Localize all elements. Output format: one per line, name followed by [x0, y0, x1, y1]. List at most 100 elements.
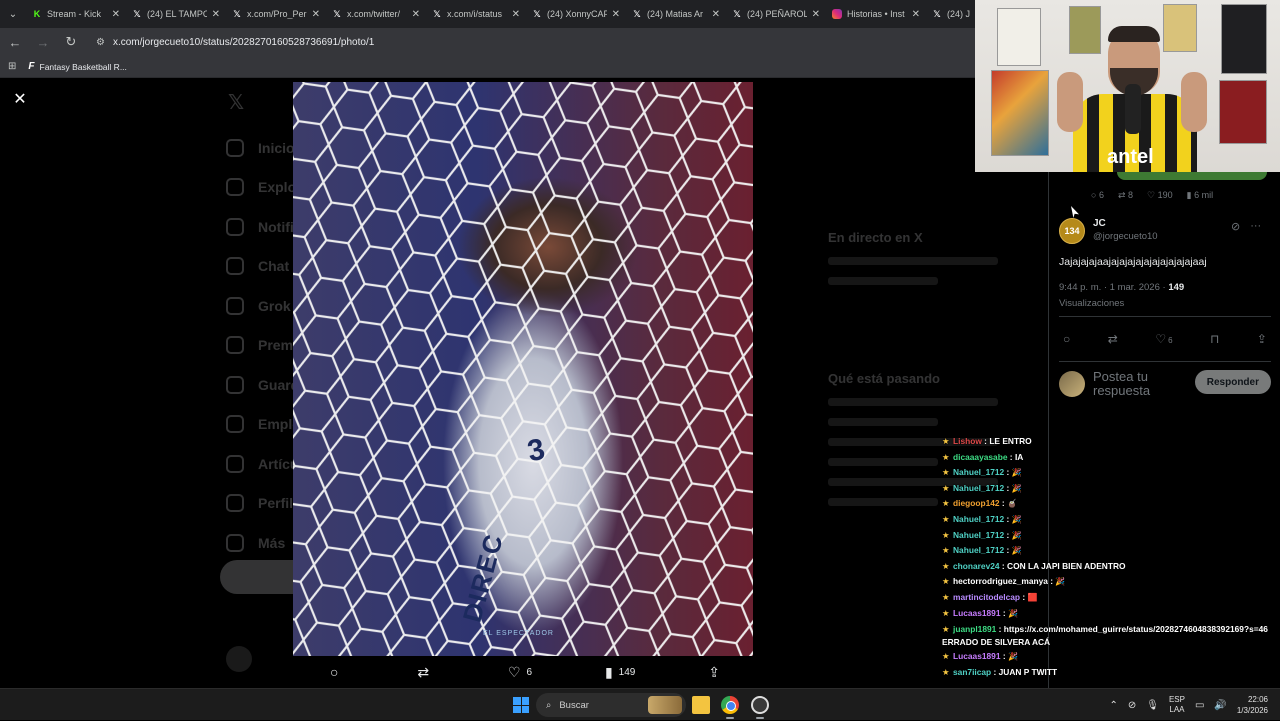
- chat-badge-star-icon: ★: [942, 436, 950, 446]
- grok-icon[interactable]: ⊘: [1231, 220, 1240, 233]
- chat-username[interactable]: Nahuel_1712: [953, 467, 1004, 477]
- browser-tab[interactable]: Historias • Inst ✕: [826, 0, 926, 28]
- chat-username[interactable]: san7iicap: [953, 667, 991, 677]
- reply-button[interactable]: Responder: [1194, 370, 1271, 394]
- tab-close-icon[interactable]: ✕: [612, 9, 620, 20]
- url-text[interactable]: x.com/jorgecueto10/status/20282701605287…: [113, 37, 374, 48]
- fantasy-f-icon: F: [28, 61, 35, 72]
- chat-emote: 🎉: [1007, 608, 1018, 618]
- browser-tab[interactable]: 𝕏 (24) Matias Ar ✕: [626, 0, 726, 28]
- microphone-icon[interactable]: 🎙: [1146, 700, 1159, 711]
- chat-badge-star-icon: ★: [942, 666, 950, 677]
- chat-username[interactable]: Nahuel_1712: [953, 483, 1004, 493]
- browser-tab[interactable]: K Stream - Kick ✕: [26, 0, 126, 28]
- tab-close-icon[interactable]: ✕: [212, 9, 220, 20]
- chat-badge-star-icon: ★: [942, 482, 950, 493]
- views-bar-icon: ▮: [604, 663, 613, 680]
- chat-badge-star-icon: ★: [942, 560, 950, 571]
- clock[interactable]: 22:06 1/3/2026: [1237, 694, 1268, 716]
- windows-start-icon[interactable]: [513, 697, 529, 713]
- chat-username[interactable]: chonarev24: [953, 561, 1000, 571]
- browser-tab[interactable]: 𝕏 (24) XonnyCAP ✕: [526, 0, 626, 28]
- back-arrow-icon[interactable]: ←: [8, 35, 22, 50]
- chat-username[interactable]: Nahuel_1712: [953, 530, 1004, 540]
- browser-tab[interactable]: 𝕏 (24) EL TAMPO ✕: [126, 0, 226, 28]
- chat-username[interactable]: diegoop142: [953, 498, 1000, 508]
- show-hidden-icons-chevron-icon[interactable]: ⌃: [1109, 700, 1117, 711]
- browser-tab[interactable]: 𝕏x.com/Pro_Per ✕: [226, 0, 326, 28]
- chat-message: ★ Lucaas1891 : 🎉: [942, 606, 1272, 622]
- dimmed-trending-heading: Qué está pasando: [828, 371, 940, 386]
- author-handle[interactable]: @jorgecueto10: [1093, 231, 1158, 242]
- chat-badge-star-icon: ★: [942, 607, 950, 618]
- input-language[interactable]: ESP LAA: [1169, 695, 1185, 715]
- reply-input[interactable]: Postea tu respuesta: [1093, 370, 1183, 398]
- post-photo[interactable]: 3 DIREC EL ESPECTADOR: [293, 82, 753, 656]
- parent-reposts[interactable]: ⇄ 8: [1118, 190, 1133, 201]
- tab-close-icon[interactable]: ✕: [512, 9, 520, 20]
- chat-username[interactable]: Lucaas1891: [953, 651, 1001, 661]
- chat-username[interactable]: Lucaas1891: [953, 608, 1001, 618]
- taskbar-search[interactable]: ⌕ Buscar: [536, 693, 686, 717]
- repost-icon[interactable]: ⇄: [1108, 332, 1118, 346]
- tab-close-icon[interactable]: ✕: [912, 9, 920, 20]
- bookmark-icon[interactable]: ⊓: [1210, 332, 1219, 346]
- avatar[interactable]: 134: [1059, 218, 1085, 244]
- tab-close-icon[interactable]: ✕: [112, 9, 120, 20]
- bookmark-fantasy-basketball[interactable]: F Fantasy Basketball R...: [28, 61, 127, 72]
- display-icon[interactable]: ▭: [1195, 700, 1204, 711]
- repost-action[interactable]: ⇄: [417, 664, 435, 681]
- obs-icon[interactable]: [751, 696, 769, 714]
- tab-search-chevron-icon[interactable]: ⌄: [0, 0, 26, 28]
- close-viewer-icon[interactable]: ✕: [10, 90, 30, 110]
- more-options-icon[interactable]: ···: [1250, 220, 1261, 233]
- chrome-icon[interactable]: [721, 696, 739, 714]
- browser-tab[interactable]: 𝕏x.com/i/status ✕: [426, 0, 526, 28]
- tab-label: (24) PEÑAROL: [747, 9, 807, 19]
- stream-chat-overlay: ★ Lishow : LE ENTRO ★ dicaaayasabe : IA ★ Nah…: [942, 434, 1272, 680]
- browser-tab[interactable]: 𝕏 (24) PEÑAROL ✕: [726, 0, 826, 28]
- chat-text: CON LA JAPI BIEN ADENTRO: [1007, 560, 1126, 571]
- reply-action[interactable]: ○: [330, 664, 344, 680]
- tab-close-icon[interactable]: ✕: [812, 9, 820, 20]
- chat-text: LE ENTRO: [989, 436, 1032, 446]
- comment-icon[interactable]: ○: [1063, 332, 1070, 346]
- chat-username[interactable]: Lishow: [953, 436, 982, 446]
- x-logo-icon: 𝕏: [228, 92, 245, 114]
- parent-likes[interactable]: ♡ 190: [1147, 190, 1173, 201]
- chat-username[interactable]: dicaaayasabe: [953, 452, 1007, 462]
- url-field[interactable]: ⚙ x.com/jorgecueto10/status/202827016052…: [96, 37, 374, 48]
- tab-close-icon[interactable]: ✕: [712, 9, 720, 20]
- volume-icon[interactable]: 🔊: [1214, 700, 1226, 711]
- network-off-icon[interactable]: ⊘: [1128, 700, 1136, 711]
- like-action[interactable]: ♡ 6: [508, 664, 532, 681]
- chat-message: ★ Nahuel_1712 : 🎉: [942, 481, 1272, 497]
- apps-grid-icon[interactable]: ⊞: [8, 61, 16, 72]
- file-explorer-icon[interactable]: [692, 696, 710, 714]
- like-button[interactable]: ♡ 6: [1155, 332, 1172, 346]
- chat-username[interactable]: hectorrodriguez_manya: [953, 576, 1048, 586]
- view-count: 149: [618, 666, 636, 678]
- parent-views[interactable]: ▮ 6 mil: [1187, 190, 1213, 201]
- tab-close-icon[interactable]: ✕: [312, 9, 320, 20]
- share-action[interactable]: ⇪: [708, 664, 720, 681]
- chat-username[interactable]: Nahuel_1712: [953, 545, 1004, 555]
- author-name[interactable]: JC: [1093, 218, 1158, 229]
- bookmark-label: Fantasy Basketball R...: [39, 61, 127, 72]
- tab-close-icon[interactable]: ✕: [412, 9, 420, 20]
- site-settings-icon[interactable]: ⚙: [96, 37, 105, 48]
- chat-username[interactable]: juanpl1891: [953, 624, 996, 634]
- avatar: [1059, 371, 1085, 397]
- views-action[interactable]: ▮ 149: [605, 664, 635, 681]
- browser-tab[interactable]: 𝕏x.com/twitter/ ✕: [326, 0, 426, 28]
- parent-replies[interactable]: ○ 6: [1091, 190, 1104, 201]
- chat-message: ★ hectorrodriguez_manya : 🎉: [942, 574, 1272, 590]
- reload-icon[interactable]: ↻: [64, 34, 78, 50]
- x-logo-icon: 𝕏: [733, 9, 741, 19]
- kick-icon: K: [33, 9, 41, 19]
- share-icon[interactable]: ⇪: [1257, 332, 1267, 346]
- poster: [1221, 4, 1267, 74]
- forward-arrow-icon[interactable]: →: [36, 35, 50, 50]
- chat-username[interactable]: Nahuel_1712: [953, 514, 1004, 524]
- chat-username[interactable]: martincitodelcap: [953, 592, 1020, 602]
